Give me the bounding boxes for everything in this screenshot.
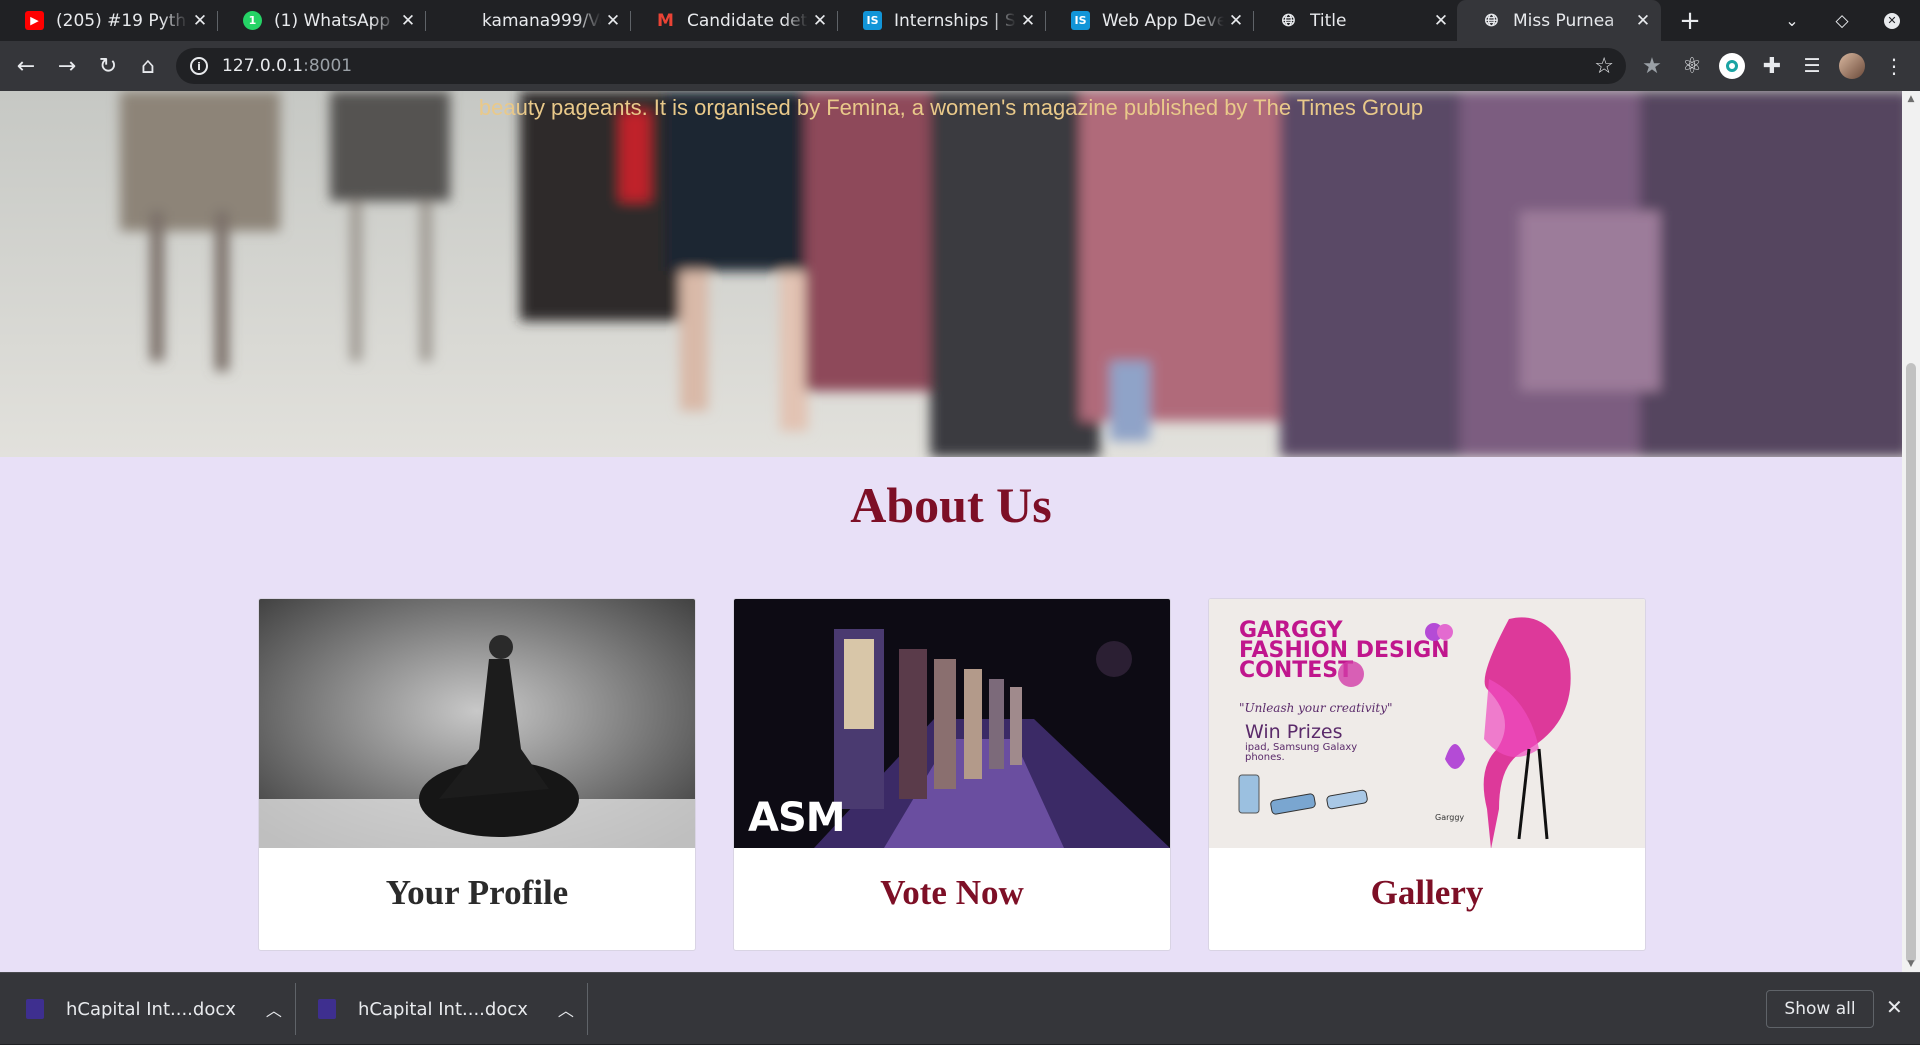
divider	[587, 983, 588, 1035]
internshala-icon: IS	[1071, 11, 1090, 30]
chevron-up-icon[interactable]: ︿	[266, 997, 282, 1021]
tab-label: Title	[1310, 10, 1347, 31]
tab-miss-purnea[interactable]: 🌐︎ Miss Purnea ✕	[1457, 0, 1661, 41]
tab-label: (1) WhatsApp	[274, 10, 391, 31]
close-icon[interactable]: ✕	[1224, 11, 1248, 31]
url-port: :8001	[303, 56, 353, 76]
bookmark-star-icon[interactable]: ☆	[1594, 54, 1614, 79]
show-all-button[interactable]: Show all	[1766, 990, 1874, 1028]
media-control-icon[interactable]: ☰	[1792, 41, 1832, 91]
new-tab-button[interactable]: +	[1672, 0, 1708, 41]
docx-file-icon	[26, 999, 44, 1019]
tab-label: Candidate deta	[687, 10, 808, 31]
tab-web-app-devel[interactable]: IS Web App Devel ✕	[1046, 0, 1254, 41]
tab-label: Web App Devel	[1102, 10, 1224, 31]
close-icon[interactable]: ✕	[188, 11, 212, 31]
back-button[interactable]: ←	[6, 41, 46, 91]
gallery-title[interactable]: Gallery	[1209, 873, 1645, 913]
hero-banner: beauty pageants. It is organised by Femi…	[0, 91, 1902, 457]
fashion-contest-poster: GARGGY FASHION DESIGN CONTEST "Unleash y…	[1209, 599, 1645, 848]
profile-image	[259, 599, 695, 848]
close-icon[interactable]: ✕	[1016, 11, 1040, 31]
tab-label: (205) #19 Pyth	[56, 10, 187, 31]
tab-label: Internships | Su	[894, 10, 1016, 31]
browser-toolbar: ← → ↻ ⌂ i 127.0.0.1:8001 ☆ ★ ⚛ ✚ ☰ ⋮	[0, 41, 1920, 91]
close-icon[interactable]: ✕	[396, 11, 420, 31]
your-profile-title[interactable]: Your Profile	[259, 873, 695, 913]
hero-text: beauty pageants. It is organised by Femi…	[478, 95, 1424, 120]
globe-icon: 🌐︎	[1484, 10, 1499, 31]
download-filename: hCapital Int....docx	[358, 998, 528, 1020]
chevron-up-icon[interactable]: ︿	[558, 997, 574, 1021]
vote-now-card[interactable]: ASM Vote Now	[733, 598, 1171, 951]
scroll-thumb[interactable]	[1906, 363, 1916, 963]
youtube-icon: ▶	[25, 11, 44, 30]
react-devtools-icon[interactable]: ⚛	[1672, 41, 1712, 91]
internshala-icon: IS	[863, 11, 882, 30]
menu-kebab-icon[interactable]: ⋮	[1874, 41, 1914, 91]
page-viewport: beauty pageants. It is organised by Femi…	[0, 91, 1902, 972]
runway-image	[0, 91, 1902, 457]
window-close-button[interactable]: ✕	[1874, 0, 1910, 41]
tab-internships[interactable]: IS Internships | Su ✕	[838, 0, 1046, 41]
page-scrollbar[interactable]: ▲ ▼	[1902, 91, 1920, 972]
url-host: 127.0.0.1	[222, 56, 304, 76]
gmail-icon: M	[657, 10, 674, 31]
whatsapp-icon: 1	[243, 11, 262, 30]
docx-file-icon	[318, 999, 336, 1019]
tab-label: kamana999/Vot	[482, 10, 601, 31]
garggy-logo: Garggy	[1435, 813, 1465, 822]
tab-gmail[interactable]: M Candidate deta ✕	[631, 0, 838, 41]
your-profile-card[interactable]: Your Profile	[258, 598, 696, 951]
tab-title[interactable]: 🌐︎ Title ✕	[1254, 0, 1459, 41]
asm-logo: ASM	[748, 795, 846, 841]
close-icon[interactable]: ✕	[1886, 995, 1903, 1019]
site-info-icon[interactable]: i	[190, 57, 208, 75]
poster-artwork	[1238, 617, 1571, 848]
tab-whatsapp[interactable]: 1 (1) WhatsApp ✕	[218, 0, 426, 41]
scroll-up-arrow[interactable]: ▲	[1902, 91, 1920, 107]
download-item[interactable]: hCapital Int....docx ︿	[0, 973, 292, 1045]
star-extension-icon[interactable]: ★	[1632, 41, 1672, 91]
scroll-down-arrow[interactable]: ▼	[1902, 956, 1920, 972]
download-item[interactable]: hCapital Int....docx ︿	[292, 973, 584, 1045]
diamond-icon[interactable]: ◇	[1824, 0, 1860, 41]
tab-github[interactable]: kamana999/Vot ✕	[426, 0, 631, 41]
gallery-card[interactable]: GARGGY FASHION DESIGN CONTEST "Unleash y…	[1208, 598, 1646, 951]
forward-button[interactable]: →	[47, 41, 87, 91]
github-icon	[451, 11, 470, 30]
tab-search-icon[interactable]: ⌄	[1774, 0, 1810, 41]
globe-icon: 🌐︎	[1281, 10, 1296, 31]
tab-strip: ▶ (205) #19 Pyth ✕ 1 (1) WhatsApp ✕ kama…	[0, 0, 1920, 41]
extension-circle-icon[interactable]	[1712, 41, 1752, 91]
tab-youtube[interactable]: ▶ (205) #19 Pyth ✕	[0, 0, 218, 41]
close-icon[interactable]: ✕	[808, 11, 832, 31]
close-icon[interactable]: ✕	[1429, 11, 1453, 31]
address-bar[interactable]: i 127.0.0.1:8001 ☆	[176, 48, 1626, 84]
runway-show-image: ASM	[734, 599, 1170, 848]
about-us-heading: About Us	[850, 477, 1052, 533]
avatar[interactable]	[1832, 41, 1872, 91]
extensions-puzzle-icon[interactable]: ✚	[1752, 41, 1792, 91]
download-bar: hCapital Int....docx ︿ hCapital Int....d…	[0, 972, 1920, 1044]
home-button[interactable]: ⌂	[128, 41, 168, 91]
close-icon[interactable]: ✕	[601, 11, 625, 31]
close-icon[interactable]: ✕	[1631, 11, 1655, 31]
download-filename: hCapital Int....docx	[66, 998, 236, 1020]
tab-label: Miss Purnea	[1513, 10, 1615, 31]
reload-button[interactable]: ↻	[88, 41, 128, 91]
vote-now-title[interactable]: Vote Now	[734, 873, 1170, 913]
